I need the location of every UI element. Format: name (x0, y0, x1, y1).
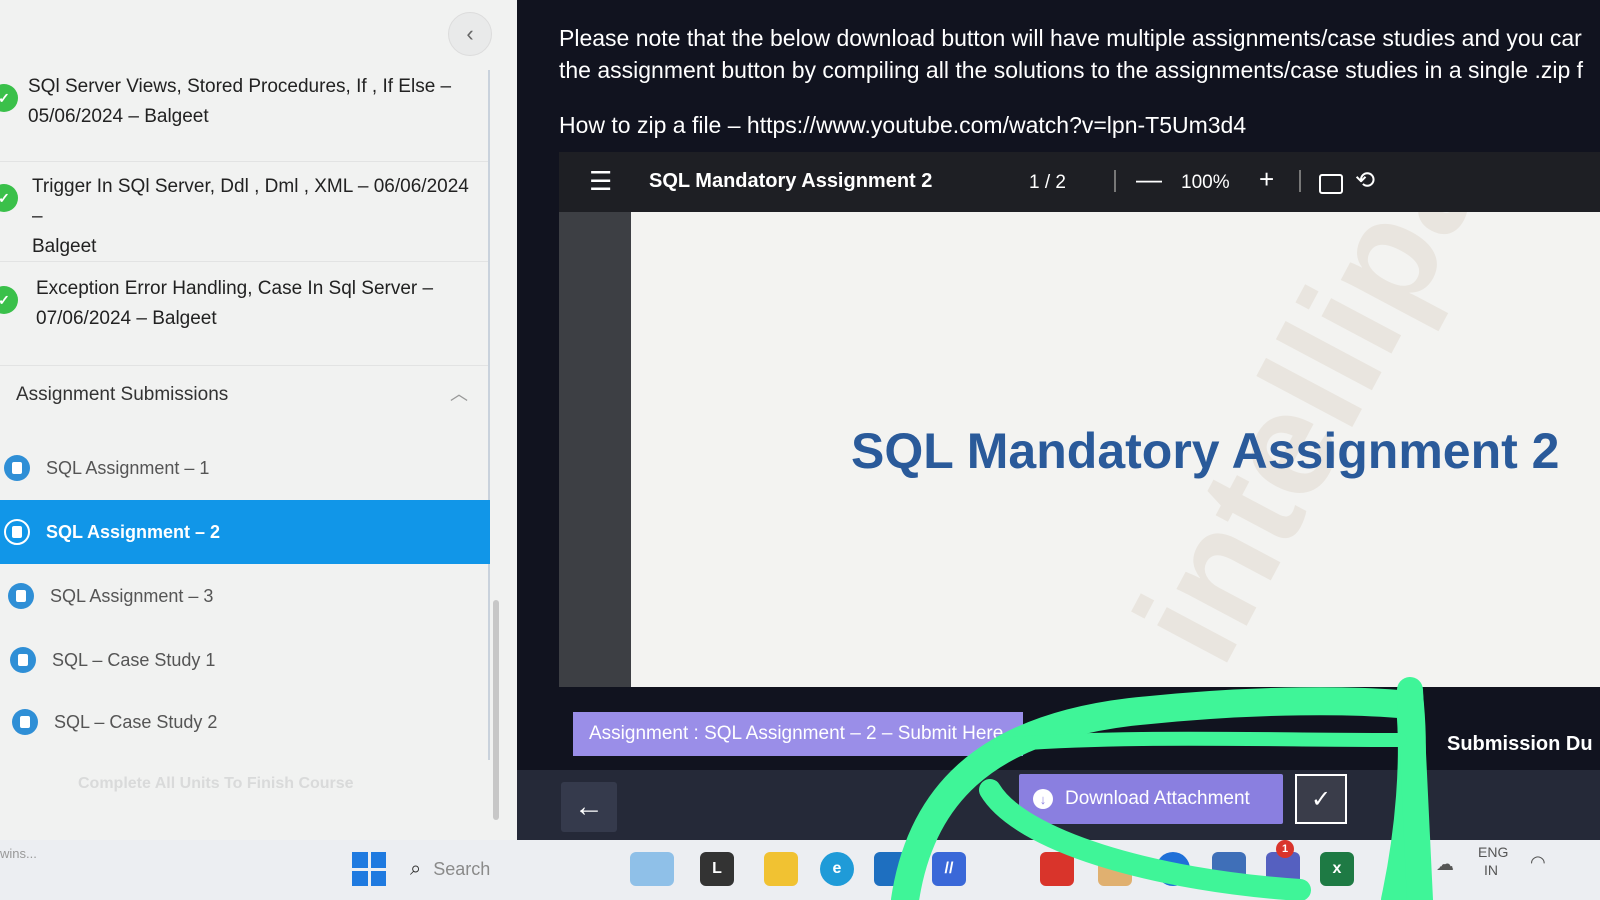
file-explorer-icon[interactable] (764, 852, 798, 886)
chevron-up-icon[interactable]: ^ (1400, 856, 1408, 877)
mail-icon[interactable] (1040, 852, 1074, 886)
fit-page-icon[interactable] (1319, 174, 1343, 194)
bottom-action-bar: ← ↓ Download Attachment ✓ (517, 770, 1600, 840)
sidebar-scrollbar[interactable] (493, 600, 499, 820)
windows-taskbar: wins... ⌕ Search L e // 1 x ^ ☁ ENG IN ◠ (0, 840, 1600, 900)
wifi-icon[interactable]: ◠ (1530, 852, 1546, 873)
page-indicator[interactable]: 1 / 2 (1029, 172, 1066, 194)
windows-start-icon[interactable] (352, 852, 386, 886)
app-icon[interactable] (1098, 852, 1132, 886)
zip-help-link[interactable]: How to zip a file – https://www.youtube.… (559, 112, 1246, 139)
sidebar-item-case-study-2[interactable]: SQL – Case Study 2 (0, 690, 490, 754)
lesson-title-line: 07/06/2024 – Balgeet (36, 308, 217, 329)
language-indicator[interactable]: ENG (1478, 844, 1508, 860)
lesson-title-line: Exception Error Handling, Case In Sql Se… (36, 278, 434, 299)
lesson-item[interactable]: ✓ Trigger In SQl Server, Ddl , Dml , XML… (0, 162, 488, 262)
viewer-gutter (559, 212, 631, 687)
app-icon[interactable] (1212, 852, 1246, 886)
assignment-content: Please note that the below download butt… (517, 0, 1600, 840)
lesson-title-line: Balgeet (32, 236, 97, 257)
store-icon[interactable] (874, 852, 908, 886)
taskbar-search[interactable]: ⌕ Search (410, 850, 600, 888)
sidebar-item-sql-assignment-3[interactable]: SQL Assignment – 3 (0, 564, 490, 628)
document-icon (12, 709, 38, 735)
sidebar-item-label: SQL – Case Study 2 (54, 711, 218, 732)
assignment-submissions-section[interactable]: Assignment Submissions ︿ (0, 366, 488, 426)
weather-widget-icon[interactable] (630, 852, 674, 886)
arrow-left-icon: ← (574, 790, 604, 823)
lesson-title-line: SQl Server Views, Stored Procedures, If … (28, 76, 452, 97)
mark-complete-button[interactable]: ✓ (1295, 774, 1347, 824)
lesson-item[interactable]: ✓ SQl Server Views, Stored Procedures, I… (0, 70, 488, 162)
pdf-title: SQL Mandatory Assignment 2 (649, 170, 933, 192)
edge-browser-icon[interactable]: e (820, 852, 854, 886)
toolbar-divider (1299, 170, 1301, 192)
collapse-sidebar-button[interactable]: ‹ (448, 12, 492, 56)
notice-line: the assignment button by compiling all t… (559, 57, 1584, 83)
submit-here-bar[interactable]: Assignment : SQL Assignment – 2 – Submit… (573, 712, 1023, 756)
check-complete-icon: ✓ (0, 184, 18, 212)
sidebar-item-label: SQL Assignment – 3 (50, 585, 214, 606)
sidebar-item-sql-assignment-1[interactable]: SQL Assignment – 1 (0, 436, 490, 500)
lesson-item[interactable]: ✓ Exception Error Handling, Case In Sql … (0, 262, 488, 366)
pdf-toolbar: ☰ SQL Mandatory Assignment 2 1 / 2 — 100… (559, 152, 1600, 212)
finish-course-note: Complete All Units To Finish Course (78, 775, 354, 792)
zoom-level: 100% (1181, 172, 1230, 193)
download-icon: ↓ (1033, 789, 1053, 809)
document-icon (10, 647, 36, 673)
cloud-icon[interactable]: ☁ (1436, 854, 1454, 875)
rotate-icon[interactable]: ⟲ (1355, 166, 1375, 195)
document-icon (4, 519, 30, 545)
notification-badge: 1 (1276, 840, 1294, 858)
section-title: Assignment Submissions (16, 384, 229, 405)
lesson-title-line: 05/06/2024 – Balgeet (28, 106, 209, 127)
document-icon (8, 583, 34, 609)
checkmark-icon: ✓ (1310, 785, 1332, 813)
app-icon[interactable]: // (932, 852, 966, 886)
sidebar-item-label: SQL Assignment – 1 (46, 457, 210, 478)
lesson-title: Exception Error Handling, Case In Sql Se… (36, 274, 478, 334)
app-icon[interactable] (1156, 852, 1190, 886)
download-notice: Please note that the below download butt… (559, 22, 1599, 86)
course-sidebar: ‹ ✓ SQl Server Views, Stored Procedures,… (0, 0, 517, 853)
lesson-title: SQl Server Views, Stored Procedures, If … (28, 72, 478, 132)
document-icon (4, 455, 30, 481)
hamburger-menu-icon[interactable]: ☰ (589, 166, 612, 197)
chevron-left-icon: ‹ (466, 21, 474, 46)
pdf-page: intellipaat SQL Mandatory Assignment 2 (631, 212, 1600, 687)
check-complete-icon: ✓ (0, 84, 18, 112)
lesson-title-line: Trigger In SQl Server, Ddl , Dml , XML –… (32, 176, 469, 227)
notice-line: Please note that the below download butt… (559, 25, 1582, 51)
zoom-out-button[interactable]: — (1136, 164, 1162, 195)
pdf-viewer: ☰ SQL Mandatory Assignment 2 1 / 2 — 100… (559, 152, 1600, 687)
sidebar-item-label: SQL Assignment – 2 (46, 521, 221, 542)
submission-due-label: Submission Du (1447, 733, 1593, 755)
edge-text: wins... (0, 846, 37, 861)
chevron-up-icon: ︿ (450, 384, 468, 404)
download-attachment-button[interactable]: ↓ Download Attachment (1019, 774, 1283, 824)
download-label: Download Attachment (1065, 788, 1250, 809)
search-icon: ⌕ (410, 857, 422, 880)
sidebar-item-case-study-1[interactable]: SQL – Case Study 1 (0, 628, 490, 692)
toolbar-divider (1114, 170, 1116, 192)
pdf-page-heading: SQL Mandatory Assignment 2 (851, 423, 1560, 479)
back-button[interactable]: ← (561, 782, 617, 832)
sidebar-item-label: SQL – Case Study 1 (52, 649, 216, 670)
app-icon[interactable]: L (700, 852, 734, 886)
zoom-in-button[interactable]: + (1259, 164, 1274, 195)
sidebar-item-sql-assignment-2[interactable]: SQL Assignment – 2 (0, 500, 490, 564)
excel-icon[interactable]: x (1320, 852, 1354, 886)
check-complete-icon: ✓ (0, 286, 18, 314)
search-placeholder: Search (433, 858, 491, 879)
lesson-title: Trigger In SQl Server, Ddl , Dml , XML –… (32, 172, 478, 262)
region-indicator: IN (1484, 862, 1498, 878)
